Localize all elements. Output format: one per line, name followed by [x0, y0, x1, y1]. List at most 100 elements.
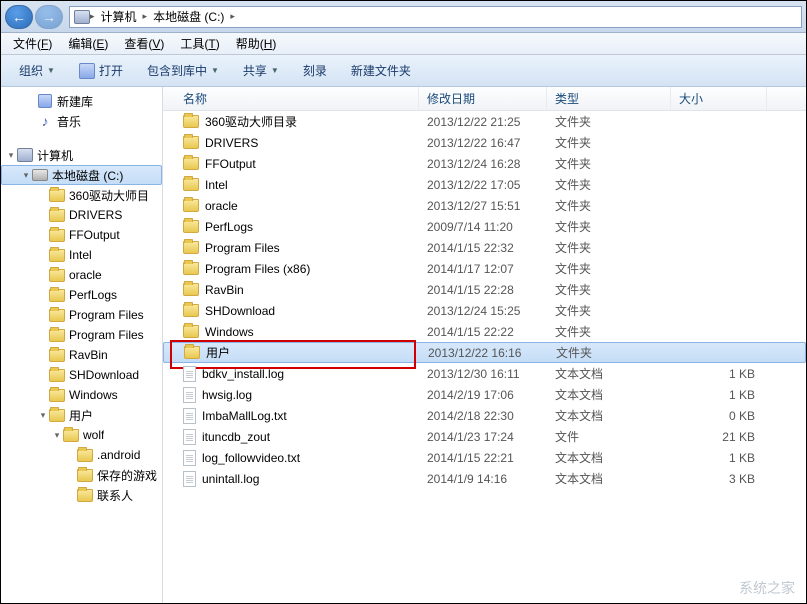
column-name[interactable]: 名称: [163, 87, 419, 110]
nav-back-button[interactable]: ←: [5, 5, 33, 29]
file-date: 2014/1/17 12:07: [419, 262, 547, 276]
folder-icon: [183, 199, 199, 212]
file-row[interactable]: Intel2013/12/22 17:05文件夹: [163, 174, 806, 195]
breadcrumb-computer[interactable]: 计算机: [95, 7, 143, 27]
file-row[interactable]: 用户2013/12/22 16:16文件夹: [163, 342, 806, 363]
file-row[interactable]: oracle2013/12/27 15:51文件夹: [163, 195, 806, 216]
file-name: unintall.log: [202, 472, 259, 486]
column-date[interactable]: 修改日期: [419, 87, 547, 110]
sidebar-item-保存的游戏[interactable]: 保存的游戏: [1, 465, 162, 485]
file-name: Intel: [205, 178, 228, 192]
sidebar-item-新建库[interactable]: 新建库: [1, 91, 162, 111]
sidebar-item-Intel[interactable]: Intel: [1, 245, 162, 265]
tree-expand-icon[interactable]: ▾: [37, 410, 49, 421]
open-button[interactable]: 打开: [69, 58, 133, 83]
file-size: 0 KB: [671, 409, 767, 423]
folder-icon: [183, 325, 199, 338]
file-row[interactable]: PerfLogs2009/7/14 11:20文件夹: [163, 216, 806, 237]
file-date: 2013/12/24 16:28: [419, 157, 547, 171]
menu-帮助[interactable]: 帮助(H): [228, 35, 285, 52]
computer-icon: [74, 9, 90, 25]
folder-icon: [49, 187, 65, 203]
burn-button[interactable]: 刻录: [293, 58, 337, 83]
file-type: 文件夹: [547, 218, 671, 235]
sidebar-item-Program Files[interactable]: Program Files: [1, 325, 162, 345]
chevron-right-icon[interactable]: ▸: [230, 11, 235, 22]
file-type: 文件夹: [547, 197, 671, 214]
file-row[interactable]: ImbaMallLog.txt2014/2/18 22:30文本文档0 KB: [163, 405, 806, 426]
menu-查看[interactable]: 查看(V): [116, 35, 172, 52]
sidebar-item-DRIVERS[interactable]: DRIVERS: [1, 205, 162, 225]
nav-forward-button[interactable]: →: [35, 5, 63, 29]
sidebar-item-联系人[interactable]: 联系人: [1, 485, 162, 505]
file-type: 文件: [547, 428, 671, 445]
file-row[interactable]: bdkv_install.log2013/12/30 16:11文本文档1 KB: [163, 363, 806, 384]
sidebar-item-计算机[interactable]: ▾ 计算机: [1, 145, 162, 165]
file-date: 2013/12/22 16:47: [419, 136, 547, 150]
sidebar-item-360驱动大师目[interactable]: 360驱动大师目: [1, 185, 162, 205]
file-icon: [183, 408, 196, 424]
tree-expand-icon[interactable]: ▾: [51, 430, 63, 441]
file-date: 2014/1/23 17:24: [419, 430, 547, 444]
file-name: Program Files: [205, 241, 280, 255]
sidebar-item-Program Files[interactable]: Program Files: [1, 305, 162, 325]
menu-工具[interactable]: 工具(T): [172, 35, 227, 52]
sidebar-item-oracle[interactable]: oracle: [1, 265, 162, 285]
tree-expand-icon[interactable]: ▾: [5, 150, 17, 161]
breadcrumb[interactable]: ▸ 计算机 ▸ 本地磁盘 (C:) ▸: [69, 6, 802, 28]
tree-label: RavBin: [69, 348, 108, 362]
sidebar-item-Windows[interactable]: Windows: [1, 385, 162, 405]
menubar: 文件(F)编辑(E)查看(V)工具(T)帮助(H): [1, 33, 806, 55]
sidebar-item-SHDownload[interactable]: SHDownload: [1, 365, 162, 385]
file-name: Windows: [205, 325, 254, 339]
file-row[interactable]: log_followvideo.txt2014/1/15 22:21文本文档1 …: [163, 447, 806, 468]
file-name: log_followvideo.txt: [202, 451, 300, 465]
share-button[interactable]: 共享 ▼: [233, 58, 289, 83]
column-size[interactable]: 大小: [671, 87, 767, 110]
tree-label: Windows: [69, 388, 118, 402]
file-row[interactable]: Windows2014/1/15 22:22文件夹: [163, 321, 806, 342]
organize-button[interactable]: 组织 ▼: [9, 58, 65, 83]
sidebar-item-本地磁盘 (C:)[interactable]: ▾本地磁盘 (C:): [1, 165, 162, 185]
file-size: 1 KB: [671, 388, 767, 402]
folder-icon: [183, 136, 199, 149]
tree-label: 计算机: [37, 147, 73, 164]
sidebar-item-PerfLogs[interactable]: PerfLogs: [1, 285, 162, 305]
menu-文件[interactable]: 文件(F): [5, 35, 60, 52]
sidebar-item-.android[interactable]: .android: [1, 445, 162, 465]
new-folder-button[interactable]: 新建文件夹: [341, 58, 421, 83]
include-library-button[interactable]: 包含到库中 ▼: [137, 58, 229, 83]
sidebar-item-RavBin[interactable]: RavBin: [1, 345, 162, 365]
file-type: 文本文档: [547, 386, 671, 403]
sidebar-item-FFOutput[interactable]: FFOutput: [1, 225, 162, 245]
column-type[interactable]: 类型: [547, 87, 671, 110]
file-row[interactable]: ituncdb_zout2014/1/23 17:24文件21 KB: [163, 426, 806, 447]
menu-编辑[interactable]: 编辑(E): [60, 35, 116, 52]
breadcrumb-drive[interactable]: 本地磁盘 (C:): [147, 7, 230, 27]
sidebar-item-wolf[interactable]: ▾wolf: [1, 425, 162, 445]
tree-expand-icon[interactable]: ▾: [20, 170, 32, 181]
folder-icon: [183, 304, 199, 317]
file-row[interactable]: 360驱动大师目录2013/12/22 21:25文件夹: [163, 111, 806, 132]
tree-label: PerfLogs: [69, 288, 117, 302]
sidebar-item-用户[interactable]: ▾用户: [1, 405, 162, 425]
file-row[interactable]: Program Files (x86)2014/1/17 12:07文件夹: [163, 258, 806, 279]
file-row[interactable]: DRIVERS2013/12/22 16:47文件夹: [163, 132, 806, 153]
sidebar-item-音乐[interactable]: ♪音乐: [1, 111, 162, 131]
file-row[interactable]: hwsig.log2014/2/19 17:06文本文档1 KB: [163, 384, 806, 405]
file-row[interactable]: SHDownload2013/12/24 15:25文件夹: [163, 300, 806, 321]
file-list-pane: 名称 修改日期 类型 大小 360驱动大师目录2013/12/22 21:25文…: [163, 87, 806, 603]
file-icon: [183, 429, 196, 445]
file-icon: [183, 450, 196, 466]
file-date: 2014/1/15 22:28: [419, 283, 547, 297]
tree-label: Intel: [69, 248, 92, 262]
file-type: 文本文档: [547, 365, 671, 382]
file-row[interactable]: Program Files2014/1/15 22:32文件夹: [163, 237, 806, 258]
file-name: bdkv_install.log: [202, 367, 284, 381]
file-row[interactable]: unintall.log2014/1/9 14:16文本文档3 KB: [163, 468, 806, 489]
file-row[interactable]: FFOutput2013/12/24 16:28文件夹: [163, 153, 806, 174]
file-size: 1 KB: [671, 451, 767, 465]
file-row[interactable]: RavBin2014/1/15 22:28文件夹: [163, 279, 806, 300]
folder-icon: [183, 178, 199, 191]
file-icon: [183, 471, 196, 487]
